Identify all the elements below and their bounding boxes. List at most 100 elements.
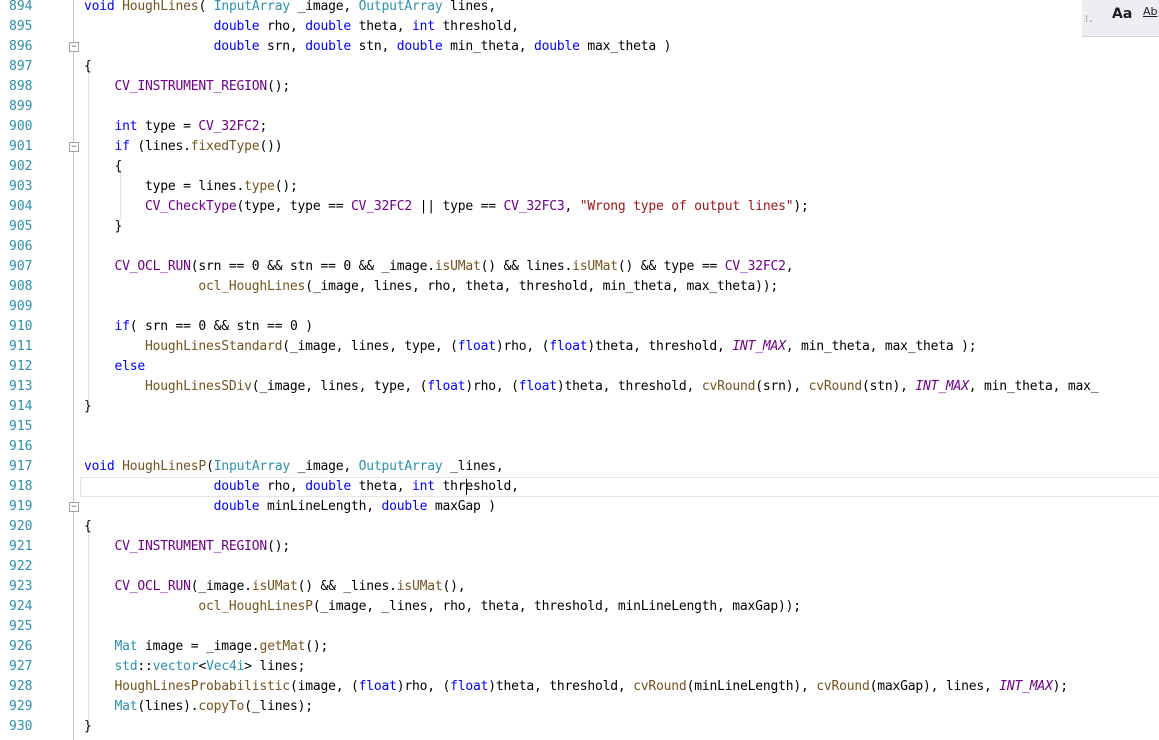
line-number: 902 — [9, 159, 33, 174]
code-text[interactable]: CV_OCL_RUN(_image.isUMat() && _lines.isU… — [84, 577, 466, 597]
code-line[interactable]: 927 std::vector<Vec4i> lines; — [0, 657, 1159, 677]
code-text[interactable]: double minLineLength, double maxGap ) — [84, 497, 496, 517]
code-text[interactable]: ocl_HoughLinesP(_image, _lines, rho, the… — [84, 597, 801, 617]
collapse-icon[interactable]: − — [69, 502, 79, 512]
code-line[interactable]: 894 void HoughLines( InputArray _image, O… — [0, 0, 1159, 17]
line-number: 918 — [9, 479, 33, 494]
code-token: { — [84, 159, 123, 174]
code-text[interactable]: Mat image = _image.getMat(); — [84, 637, 329, 657]
code-editor[interactable]: 894 void HoughLines( InputArray _image, O… — [0, 0, 1159, 740]
code-line[interactable]: 915 — [0, 417, 1159, 437]
code-text[interactable]: CV_CheckType(type, type == CV_32FC2 || t… — [84, 197, 809, 217]
code-text[interactable]: double rho, double theta, int threshold, — [84, 17, 519, 37]
code-token: )rho, ( — [396, 679, 451, 694]
code-line[interactable]: 916 — [0, 437, 1159, 457]
code-line[interactable]: 898 CV_INSTRUMENT_REGION(); — [0, 77, 1159, 97]
code-text[interactable]: Mat(lines).copyTo(_lines); — [84, 697, 314, 717]
code-text[interactable]: } — [84, 717, 92, 737]
code-line[interactable]: 907 CV_OCL_RUN(srn == 0 && stn == 0 && _… — [0, 257, 1159, 277]
code-line[interactable]: 921 CV_INSTRUMENT_REGION(); — [0, 537, 1159, 557]
code-line[interactable]: 918 double rho, double theta, int thresh… — [0, 477, 1159, 497]
code-text[interactable]: void HoughLinesP(InputArray _image, Outp… — [84, 457, 504, 477]
code-token: } — [84, 399, 92, 414]
code-line[interactable]: 914} — [0, 397, 1159, 417]
code-line[interactable]: 895 double rho, double theta, int thresh… — [0, 17, 1159, 37]
code-text[interactable]: std::vector<Vec4i> lines; — [84, 657, 306, 677]
code-text[interactable]: CV_INSTRUMENT_REGION(); — [84, 537, 291, 557]
code-line[interactable]: 904 CV_CheckType(type, type == CV_32FC2 … — [0, 197, 1159, 217]
grip-icon[interactable]: ⁝. — [1085, 14, 1094, 25]
code-token: rho, — [259, 19, 306, 34]
code-line[interactable]: 900 int type = CV_32FC2; — [0, 117, 1159, 137]
code-line[interactable]: 923 CV_OCL_RUN(_image.isUMat() && _lines… — [0, 577, 1159, 597]
code-line[interactable]: 909 — [0, 297, 1159, 317]
code-line[interactable]: 897 { — [0, 57, 1159, 77]
code-text[interactable]: if (lines.fixedType()) — [84, 137, 283, 157]
line-number: 924 — [9, 599, 33, 614]
code-line[interactable]: 905 } — [0, 217, 1159, 237]
code-line[interactable]: 912 else — [0, 357, 1159, 377]
code-token: isUMat — [396, 579, 443, 594]
code-text[interactable]: { — [84, 57, 92, 77]
code-text[interactable]: HoughLinesSDiv(_image, lines, type, (flo… — [84, 377, 1099, 397]
code-token: image = _image. — [137, 639, 260, 654]
code-line[interactable]: 919 − double minLineLength, double maxGap… — [0, 497, 1159, 517]
code-line[interactable]: 896 − double srn, double stn, double min_… — [0, 37, 1159, 57]
code-line[interactable]: 926 Mat image = _image.getMat(); — [0, 637, 1159, 657]
code-line[interactable]: 899 — [0, 97, 1159, 117]
code-text[interactable]: void HoughLines( InputArray _image, Outp… — [84, 0, 496, 17]
code-text[interactable]: ocl_HoughLines(_image, lines, rho, theta… — [84, 277, 778, 297]
code-token: (); — [305, 639, 329, 654]
code-token: OutputArray — [358, 459, 443, 474]
code-line[interactable]: 930} — [0, 717, 1159, 737]
code-text[interactable]: CV_OCL_RUN(srn == 0 && stn == 0 && _imag… — [84, 257, 794, 277]
match-whole-word-button[interactable]: Ab — [1143, 5, 1158, 18]
code-text[interactable]: { — [84, 517, 92, 537]
code-text[interactable]: HoughLinesStandard(_image, lines, type, … — [84, 337, 977, 357]
code-token: ( — [206, 459, 214, 474]
code-token: float — [427, 379, 466, 394]
code-line[interactable]: 917 void HoughLinesP(InputArray _image, O… — [0, 457, 1159, 477]
code-line[interactable]: 922 — [0, 557, 1159, 577]
code-line[interactable]: 902 { — [0, 157, 1159, 177]
code-line[interactable]: 911 HoughLinesStandard(_image, lines, ty… — [0, 337, 1159, 357]
code-text[interactable]: double rho, double theta, int threshold, — [84, 477, 519, 497]
code-line[interactable]: 913 HoughLinesSDiv(_image, lines, type, … — [0, 377, 1159, 397]
code-text[interactable]: { — [84, 157, 123, 177]
code-token: int — [411, 19, 435, 34]
match-case-button[interactable]: Aa — [1112, 6, 1132, 22]
collapse-icon[interactable]: − — [69, 42, 79, 52]
code-line[interactable]: 925 — [0, 617, 1159, 637]
code-line[interactable]: 920 { — [0, 517, 1159, 537]
code-text[interactable]: double srn, double stn, double min_theta… — [84, 37, 672, 57]
code-line[interactable]: 908 ocl_HoughLines(_image, lines, rho, t… — [0, 277, 1159, 297]
code-line[interactable]: 928 HoughLinesProbabilistic(image, (floa… — [0, 677, 1159, 697]
code-text[interactable]: int type = CV_32FC2; — [84, 117, 268, 137]
code-line[interactable]: 924 ocl_HoughLinesP(_image, _lines, rho,… — [0, 597, 1159, 617]
code-line[interactable]: 929 Mat(lines).copyTo(_lines); — [0, 697, 1159, 717]
code-line[interactable]: 906 — [0, 237, 1159, 257]
code-line[interactable]: 901 − if (lines.fixedType()) — [0, 137, 1159, 157]
code-text[interactable]: HoughLinesProbabilistic(image, (float)rh… — [84, 677, 1069, 697]
code-token: (_image, lines, rho, theta, threshold, m… — [305, 279, 779, 294]
code-line[interactable]: 903 type = lines.type(); — [0, 177, 1159, 197]
code-text[interactable]: else — [84, 357, 146, 377]
code-text[interactable]: if( srn == 0 && stn == 0 ) — [84, 317, 314, 337]
code-token: float — [450, 679, 489, 694]
line-number: 919 — [9, 499, 33, 514]
line-number: 916 — [9, 439, 33, 454]
code-text[interactable]: } — [84, 397, 92, 417]
code-line[interactable]: 910 if( srn == 0 && stn == 0 ) — [0, 317, 1159, 337]
collapse-icon[interactable]: − — [69, 142, 79, 152]
code-token: double — [213, 39, 260, 54]
code-text[interactable]: } — [84, 217, 123, 237]
code-text[interactable]: CV_INSTRUMENT_REGION(); — [84, 77, 291, 97]
code-token: Mat — [114, 699, 138, 714]
code-token: threshold, — [434, 19, 519, 34]
code-text[interactable]: type = lines.type(); — [84, 177, 298, 197]
